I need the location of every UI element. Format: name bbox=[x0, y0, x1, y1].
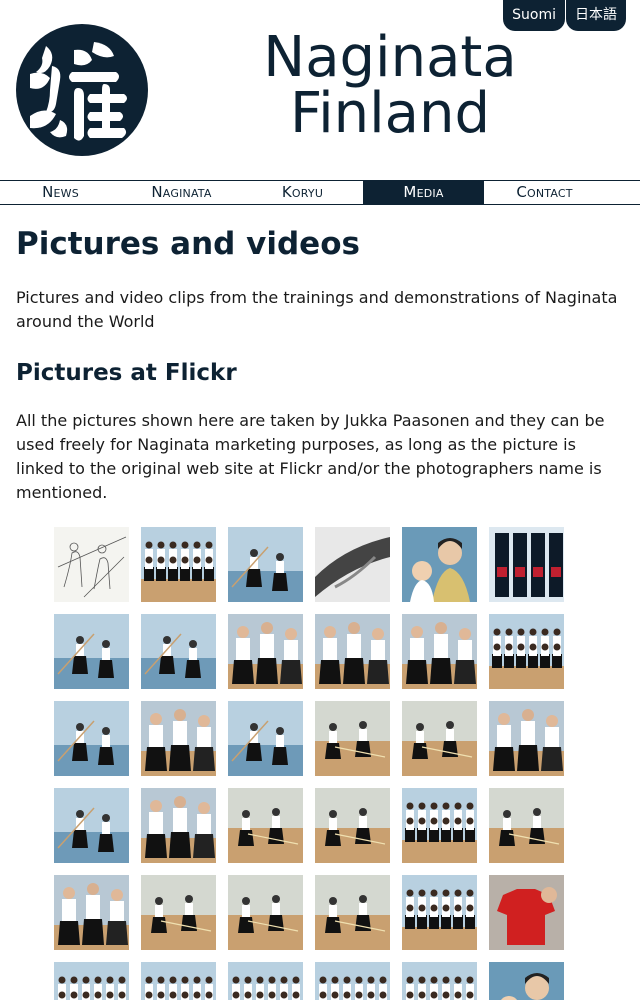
photo-floor-icon bbox=[402, 701, 477, 776]
intro-text: Pictures and video clips from the traini… bbox=[16, 288, 618, 331]
photo-gym-icon bbox=[54, 701, 129, 776]
photo-people-icon bbox=[228, 614, 303, 689]
gallery-thumbnail[interactable] bbox=[489, 701, 564, 776]
gallery-thumbnail[interactable] bbox=[402, 614, 477, 689]
main-navigation: News Naginata Koryu Media Contact bbox=[0, 180, 640, 205]
language-switcher: Suomi 日本語 bbox=[502, 0, 626, 31]
gallery-thumbnail[interactable] bbox=[489, 962, 564, 1000]
gallery-thumbnail[interactable] bbox=[315, 614, 390, 689]
photo-armor-icon bbox=[489, 527, 564, 602]
photo-people-icon bbox=[141, 701, 216, 776]
photo-group-icon bbox=[54, 962, 129, 1000]
gallery-thumbnail[interactable] bbox=[315, 788, 390, 863]
gallery-thumbnail[interactable] bbox=[228, 875, 303, 950]
nav-item-news[interactable]: News bbox=[0, 181, 121, 204]
site-title[interactable]: Naginata Finland bbox=[200, 30, 580, 142]
nav-item-naginata[interactable]: Naginata bbox=[121, 181, 242, 204]
nav-item-media[interactable]: Media bbox=[363, 181, 484, 204]
gallery-thumbnail[interactable] bbox=[228, 527, 303, 602]
photo-gym-icon bbox=[228, 701, 303, 776]
photo-gym-icon bbox=[141, 614, 216, 689]
photo-floor-icon bbox=[489, 788, 564, 863]
gallery-thumbnail[interactable] bbox=[141, 788, 216, 863]
gallery-thumbnail[interactable] bbox=[141, 875, 216, 950]
photo-group-icon bbox=[402, 788, 477, 863]
gallery-thumbnail[interactable] bbox=[228, 701, 303, 776]
photo-floor-icon bbox=[228, 788, 303, 863]
photo-people-icon bbox=[489, 701, 564, 776]
gallery-thumbnail[interactable] bbox=[315, 875, 390, 950]
gallery-thumbnail[interactable] bbox=[315, 701, 390, 776]
gallery-thumbnail[interactable] bbox=[54, 875, 129, 950]
photo-floor-icon bbox=[315, 875, 390, 950]
photo-portrait-icon bbox=[489, 962, 564, 1000]
gallery-thumbnail[interactable] bbox=[402, 788, 477, 863]
gallery-thumbnail[interactable] bbox=[489, 875, 564, 950]
photo-people-icon bbox=[315, 614, 390, 689]
nav-item-koryu[interactable]: Koryu bbox=[242, 181, 363, 204]
photo-people-icon bbox=[141, 788, 216, 863]
lang-japanese-button[interactable]: 日本語 bbox=[566, 0, 626, 31]
gallery-thumbnail[interactable] bbox=[489, 527, 564, 602]
nav-item-contact[interactable]: Contact bbox=[484, 181, 605, 204]
logo-emblem-icon bbox=[16, 24, 148, 156]
photo-gym-icon bbox=[228, 527, 303, 602]
photo-group-icon bbox=[489, 614, 564, 689]
photo-people-icon bbox=[402, 614, 477, 689]
gallery-thumbnail[interactable] bbox=[489, 788, 564, 863]
gallery-thumbnail[interactable] bbox=[402, 962, 477, 1000]
photo-floor-icon bbox=[315, 701, 390, 776]
flickr-section-title: Pictures at Flickr bbox=[16, 360, 237, 386]
gallery-thumbnail[interactable] bbox=[54, 527, 129, 602]
site-logo[interactable] bbox=[16, 24, 148, 156]
photo-group-icon bbox=[315, 962, 390, 1000]
gallery-thumbnail[interactable] bbox=[315, 962, 390, 1000]
gallery-thumbnail[interactable] bbox=[54, 962, 129, 1000]
photo-group-icon bbox=[141, 962, 216, 1000]
gallery-thumbnail[interactable] bbox=[54, 788, 129, 863]
gallery-thumbnail[interactable] bbox=[228, 788, 303, 863]
gallery-thumbnail[interactable] bbox=[315, 527, 390, 602]
photo-floor-icon bbox=[228, 875, 303, 950]
page-title: Pictures and videos bbox=[16, 226, 360, 262]
gallery-thumbnail[interactable] bbox=[402, 701, 477, 776]
flickr-section-text: All the pictures shown here are taken by… bbox=[16, 411, 605, 502]
gallery-thumbnail[interactable] bbox=[141, 701, 216, 776]
site-title-line1: Naginata bbox=[263, 25, 517, 90]
photo-portrait-icon bbox=[402, 527, 477, 602]
gallery-thumbnail[interactable] bbox=[402, 527, 477, 602]
gallery-thumbnail[interactable] bbox=[141, 614, 216, 689]
photo-people-icon bbox=[54, 875, 129, 950]
gallery-thumbnail[interactable] bbox=[54, 614, 129, 689]
site-title-line2: Finland bbox=[289, 81, 491, 146]
gallery-thumbnail[interactable] bbox=[228, 962, 303, 1000]
gallery-thumbnail[interactable] bbox=[489, 614, 564, 689]
photo-group-icon bbox=[141, 527, 216, 602]
photo-gym-icon bbox=[54, 788, 129, 863]
photo-group-icon bbox=[402, 962, 477, 1000]
gallery-thumbnail[interactable] bbox=[54, 701, 129, 776]
gallery-thumbnail[interactable] bbox=[141, 527, 216, 602]
photo-floor-icon bbox=[315, 788, 390, 863]
gallery-thumbnail[interactable] bbox=[402, 875, 477, 950]
gallery-thumbnail[interactable] bbox=[141, 962, 216, 1000]
photo-group-icon bbox=[402, 875, 477, 950]
photo-shirt-icon bbox=[489, 875, 564, 950]
photo-group-icon bbox=[228, 962, 303, 1000]
gallery-thumbnail[interactable] bbox=[228, 614, 303, 689]
photo-close-icon bbox=[315, 527, 390, 602]
photo-gallery bbox=[54, 527, 574, 1000]
photo-gym-icon bbox=[54, 614, 129, 689]
photo-sketch-icon bbox=[54, 527, 129, 602]
photo-floor-icon bbox=[141, 875, 216, 950]
